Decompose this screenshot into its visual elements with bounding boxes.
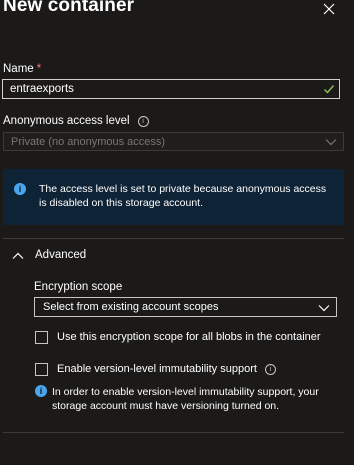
info-message-bar: i The access level is set to private bec… bbox=[3, 169, 344, 225]
name-input-value: entraexports bbox=[10, 83, 74, 95]
access-level-label: Anonymous access level i bbox=[3, 115, 149, 127]
immutability-checkbox[interactable] bbox=[35, 363, 48, 376]
chevron-down-icon bbox=[325, 139, 337, 146]
use-scope-checkbox[interactable] bbox=[35, 331, 48, 344]
name-label: Name * bbox=[3, 63, 41, 75]
versioning-note: In order to enable version-level immutab… bbox=[52, 386, 319, 412]
encryption-scope-value: Select from existing account scopes bbox=[43, 301, 219, 313]
info-icon[interactable]: i bbox=[264, 364, 276, 375]
section-divider bbox=[3, 238, 344, 239]
name-label-text: Name bbox=[3, 63, 34, 75]
immutability-checkbox-label: Enable version-level immutability suppor… bbox=[57, 363, 276, 375]
immutability-label-text: Enable version-level immutability suppor… bbox=[57, 363, 257, 375]
access-level-dropdown: Private (no anonymous access) bbox=[3, 132, 344, 151]
close-icon[interactable] bbox=[321, 1, 337, 17]
chevron-down-icon bbox=[318, 305, 330, 312]
section-divider bbox=[3, 432, 344, 433]
advanced-section-toggle[interactable]: Advanced bbox=[35, 249, 86, 261]
access-level-label-text: Anonymous access level bbox=[3, 115, 130, 127]
info-icon[interactable]: i bbox=[137, 116, 149, 127]
encryption-scope-dropdown[interactable]: Select from existing account scopes bbox=[34, 297, 337, 317]
chevron-up-icon[interactable] bbox=[12, 252, 24, 260]
panel-title: New container bbox=[3, 0, 135, 16]
name-input[interactable]: entraexports bbox=[2, 79, 340, 99]
encryption-scope-label: Encryption scope bbox=[34, 281, 123, 293]
use-scope-checkbox-label: Use this encryption scope for all blobs … bbox=[57, 331, 321, 343]
info-icon: i bbox=[35, 385, 47, 397]
info-message-text: The access level is set to private becau… bbox=[39, 183, 327, 209]
access-level-value: Private (no anonymous access) bbox=[11, 136, 166, 148]
required-marker: * bbox=[36, 63, 42, 75]
info-icon: i bbox=[14, 183, 26, 195]
checkmark-icon bbox=[324, 85, 335, 94]
